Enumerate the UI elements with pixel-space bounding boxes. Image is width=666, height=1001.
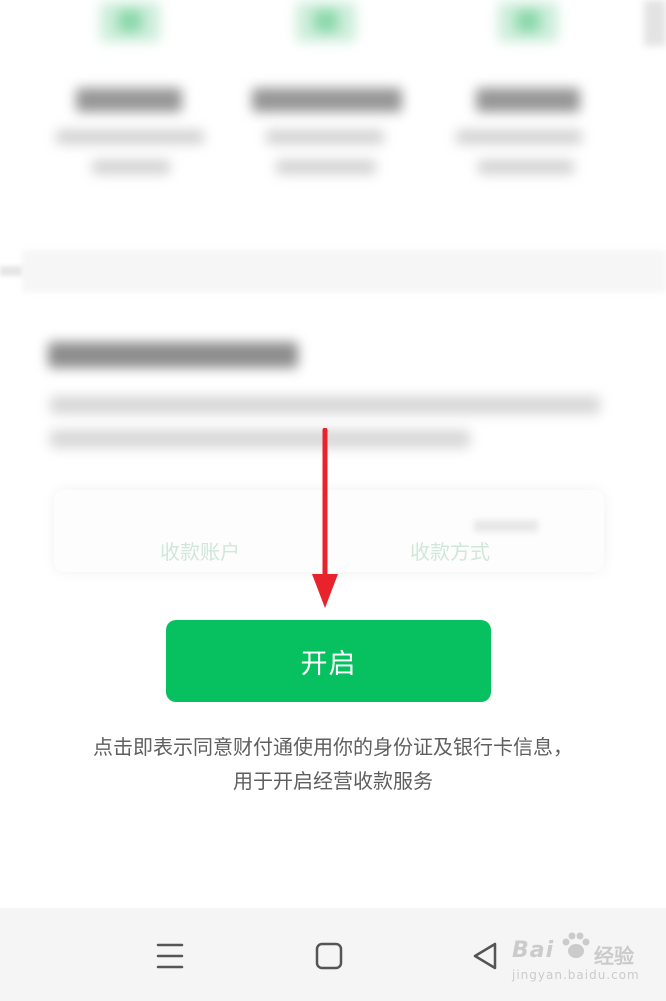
receipt-method-label: 收款方式: [410, 540, 490, 564]
back-triangle-icon: [473, 942, 497, 970]
consent-notice: 点击即表示同意财付通使用你的身份证及银行卡信息， 用于开启经营收款服务: [0, 730, 666, 798]
blurred-side-tab: [644, 0, 666, 46]
open-button[interactable]: 开启: [166, 620, 491, 702]
feature-title-blurred: [76, 88, 182, 112]
baidu-jingyan-watermark: Bai 经验 jingyan.baidu.com: [508, 928, 658, 988]
blurred-feature-row: [0, 0, 666, 240]
watermark-url: jingyan.baidu.com: [512, 968, 640, 982]
feature-icon: [296, 2, 356, 42]
feature-title-blurred: [476, 88, 580, 112]
menu-icon: [156, 943, 184, 969]
consent-line-1: 点击即表示同意财付通使用你的身份证及银行卡信息，: [93, 735, 573, 759]
watermark-brand: Bai: [512, 938, 555, 963]
paw-icon: [562, 932, 590, 958]
nav-back-button[interactable]: [466, 938, 506, 974]
nav-menu-button[interactable]: [150, 938, 190, 974]
consent-line-2: 用于开启经营收款服务: [233, 769, 433, 793]
receipt-account-label: 收款账户: [160, 540, 240, 564]
section-title-blurred: [48, 342, 298, 368]
home-square-icon: [315, 942, 343, 970]
feature-title-blurred: [252, 88, 402, 112]
annotation-arrow: [312, 428, 338, 608]
feature-icon: [100, 2, 160, 42]
section-divider: [22, 250, 666, 292]
watermark-suffix: 经验: [594, 944, 634, 968]
section-divider-stub: [0, 266, 22, 276]
annotation-arrow-head: [312, 574, 338, 608]
nav-home-button[interactable]: [309, 938, 349, 974]
feature-icon: [498, 2, 558, 42]
